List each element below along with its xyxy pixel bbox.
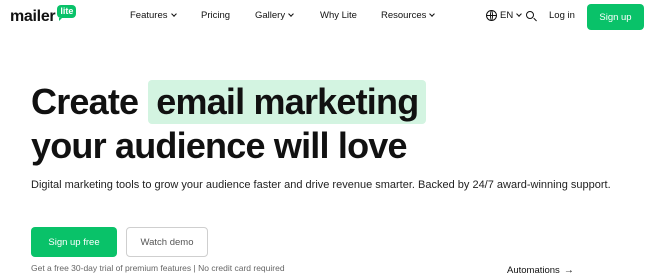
top-nav: mailer lite Features Pricing Gallery Why… <box>0 0 650 34</box>
chevron-down-icon <box>288 11 294 17</box>
language-label: EN <box>500 10 514 21</box>
automations-label: Automations <box>507 265 560 276</box>
nav-item-features[interactable]: Features <box>130 10 177 21</box>
nav-item-label: Features <box>130 10 168 21</box>
login-link[interactable]: Log in <box>549 10 575 21</box>
search-icon[interactable] <box>526 11 537 22</box>
automations-link[interactable]: Automations → <box>507 265 574 276</box>
logo-word: mailer <box>10 8 56 25</box>
login-label: Log in <box>549 10 575 21</box>
hero-title-line-2: your audience will love <box>31 125 408 166</box>
hero-title: Create email marketing your audience wil… <box>31 80 427 168</box>
nav-item-pricing[interactable]: Pricing <box>201 10 230 21</box>
nav-item-label: Why Lite <box>320 10 357 21</box>
hero-title-part-1: Create <box>31 81 139 122</box>
nav-item-label: Gallery <box>255 10 286 21</box>
nav-item-label: Pricing <box>201 10 231 21</box>
arrow-right-icon: → <box>563 265 574 276</box>
hero-title-line-1: Create email marketing <box>31 80 427 124</box>
watch-demo-button[interactable]: Watch demo <box>126 227 208 257</box>
nav-item-why-lite[interactable]: Why Lite <box>320 10 357 21</box>
signup-free-button[interactable]: Sign up free <box>31 227 117 257</box>
nav-item-label: Resources <box>381 10 427 21</box>
logo-badge: lite <box>57 5 77 21</box>
signup-button[interactable]: Sign up <box>587 4 644 30</box>
hero-subtitle: Digital marketing tools to grow your aud… <box>31 179 611 191</box>
trial-note: Get a free 30-day trial of premium featu… <box>31 263 285 273</box>
nav-item-gallery[interactable]: Gallery <box>255 10 294 21</box>
chevron-down-icon <box>429 11 436 17</box>
nav-item-resources[interactable]: Resources <box>381 10 436 21</box>
hero-title-highlight: email marketing <box>148 80 427 124</box>
chevron-down-icon <box>170 11 177 17</box>
language-selector[interactable]: EN <box>486 10 523 21</box>
chevron-down-icon <box>516 11 523 17</box>
logo[interactable]: mailer lite <box>10 4 77 28</box>
globe-icon <box>486 10 497 21</box>
